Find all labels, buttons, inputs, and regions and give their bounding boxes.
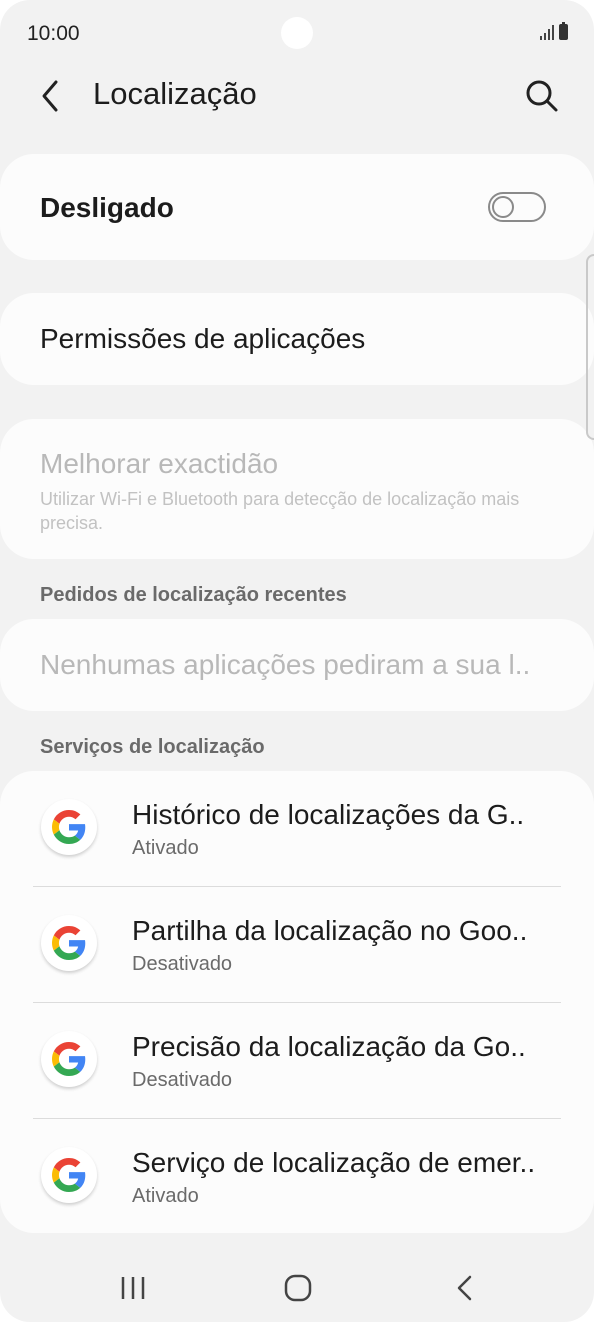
app-permissions-item[interactable]: Permissões de aplicações [0, 293, 594, 385]
app-permissions-label: Permissões de aplicações [40, 323, 366, 354]
recent-requests-card: Nenhumas aplicações pediram a sua l.. [0, 619, 594, 711]
google-g-icon [41, 1147, 97, 1203]
google-g-icon [41, 799, 97, 855]
top-app-bar: Localização [0, 66, 594, 126]
scroll-indicator[interactable] [586, 254, 594, 440]
recent-apps-button[interactable] [111, 1266, 155, 1310]
home-icon [284, 1274, 312, 1302]
search-icon [526, 80, 558, 112]
recent-apps-icon [121, 1277, 145, 1299]
service-item-location-sharing[interactable]: Partilha da localização no Goo.. Desativ… [0, 887, 594, 1003]
improve-accuracy-description: Utilizar Wi-Fi e Bluetooth para detecção… [40, 489, 520, 533]
location-toggle-label: Desligado [40, 192, 174, 223]
service-title: Partilha da localização no Goo.. [132, 915, 528, 946]
status-bar: 10:00 [0, 0, 594, 66]
back-arrow-icon [457, 1275, 472, 1301]
location-services-header: Serviços de localização [40, 736, 265, 758]
service-status: Ativado [132, 837, 199, 859]
camera-cutout [281, 17, 313, 49]
status-time: 10:00 [27, 22, 80, 45]
back-button[interactable] [32, 74, 72, 118]
google-g-icon [41, 1031, 97, 1087]
service-item-emergency-location[interactable]: Serviço de localização de emer.. Ativado [0, 1119, 594, 1235]
phone-screen: 10:00 Localização Desligado Permissões d… [0, 0, 594, 1322]
status-icons [540, 22, 568, 40]
nav-back-button[interactable] [443, 1266, 487, 1310]
home-button[interactable] [276, 1266, 320, 1310]
battery-icon [559, 22, 568, 40]
service-status: Ativado [132, 1185, 199, 1207]
service-status: Desativado [132, 953, 233, 975]
recent-requests-header: Pedidos de localização recentes [40, 584, 347, 606]
recent-requests-empty: Nenhumas aplicações pediram a sua l.. [40, 649, 531, 680]
service-status: Desativado [132, 1069, 233, 1091]
location-switch[interactable] [488, 192, 546, 222]
service-title: Histórico de localizações da G.. [132, 799, 525, 830]
location-services-card: Histórico de localizações da G.. Ativado… [0, 771, 594, 1233]
switch-knob [492, 196, 514, 218]
page-title: Localização [93, 76, 257, 111]
service-title: Serviço de localização de emer.. [132, 1147, 536, 1178]
service-item-location-history[interactable]: Histórico de localizações da G.. Ativado [0, 771, 594, 887]
service-title: Precisão da localização da Go.. [132, 1031, 526, 1062]
chevron-left-icon [42, 80, 58, 112]
navigation-bar [0, 1250, 594, 1322]
improve-accuracy-title: Melhorar exactidão [40, 448, 279, 479]
service-item-location-accuracy[interactable]: Precisão da localização da Go.. Desativa… [0, 1003, 594, 1119]
signal-icon [540, 24, 554, 40]
search-button[interactable] [520, 74, 564, 118]
google-g-icon [41, 915, 97, 971]
improve-accuracy-item: Melhorar exactidão Utilizar Wi-Fi e Blue… [0, 419, 594, 559]
